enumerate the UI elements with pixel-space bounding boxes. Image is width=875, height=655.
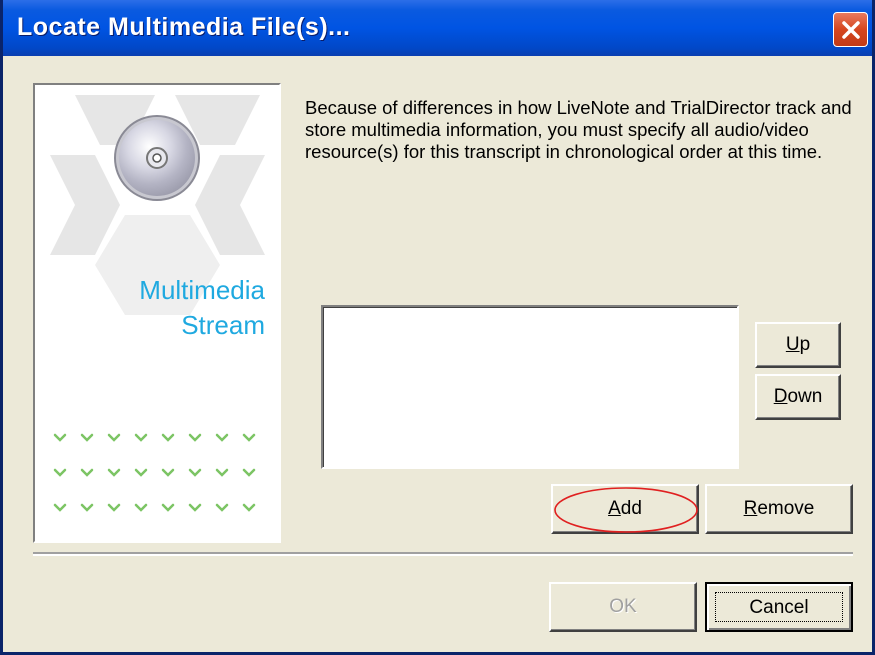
title-bar[interactable]: Locate Multimedia File(s)... <box>3 0 872 56</box>
chevron-dot-icon <box>215 433 229 442</box>
chevron-dot-icon <box>242 503 256 512</box>
add-button-label: Add <box>608 498 642 519</box>
chevron-dot-icon <box>134 503 148 512</box>
ok-button-label: OK <box>609 596 637 617</box>
close-icon <box>842 21 860 39</box>
down-button-label: Down <box>773 386 823 407</box>
chevron-dot-icon <box>242 433 256 442</box>
chevron-dot-icon <box>53 433 67 442</box>
chevron-dot-icon <box>107 433 121 442</box>
add-button[interactable]: Add <box>551 484 699 534</box>
up-button-label: Up <box>785 334 811 355</box>
wizard-banner: Multimedia Stream <box>33 83 281 543</box>
dialog-window: Locate Multimedia File(s)... Multimedia … <box>0 0 875 655</box>
close-button[interactable] <box>833 12 868 47</box>
separator <box>33 552 853 556</box>
banner-title-line1: Multimedia <box>139 275 265 305</box>
chevron-dot-icon <box>134 433 148 442</box>
cancel-button[interactable]: Cancel <box>705 582 853 632</box>
chevron-dot-icon <box>107 468 121 477</box>
chevron-dot-icon <box>161 468 175 477</box>
remove-button-label: Remove <box>743 498 815 519</box>
chevron-dot-icon <box>53 468 67 477</box>
chevron-dot-icon <box>161 433 175 442</box>
chevron-dot-icon <box>215 503 229 512</box>
chevron-dot-icon <box>188 468 202 477</box>
banner-title: Multimedia Stream <box>139 273 265 343</box>
chevron-dot-icon <box>161 503 175 512</box>
chevron-dot-icon <box>242 468 256 477</box>
multimedia-file-list[interactable] <box>321 305 739 469</box>
chevron-dot-icon <box>188 433 202 442</box>
remove-button[interactable]: Remove <box>705 484 853 534</box>
chevron-dot-icon <box>188 503 202 512</box>
ok-button[interactable]: OK <box>549 582 697 632</box>
chevron-dot-icon <box>80 503 94 512</box>
chevron-dot-icon <box>215 468 229 477</box>
decorative-dots <box>53 433 256 512</box>
chevron-dot-icon <box>134 468 148 477</box>
down-button[interactable]: Down <box>755 374 841 420</box>
up-button[interactable]: Up <box>755 322 841 368</box>
cancel-button-label: Cancel <box>715 592 843 622</box>
chevron-dot-icon <box>53 503 67 512</box>
instructions-text: Because of differences in how LiveNote a… <box>305 97 852 162</box>
chevron-dot-icon <box>80 468 94 477</box>
cd-disc-icon <box>114 115 200 201</box>
banner-title-line2: Stream <box>181 310 265 340</box>
window-title: Locate Multimedia File(s)... <box>17 13 351 41</box>
chevron-dot-icon <box>80 433 94 442</box>
chevron-dot-icon <box>107 503 121 512</box>
